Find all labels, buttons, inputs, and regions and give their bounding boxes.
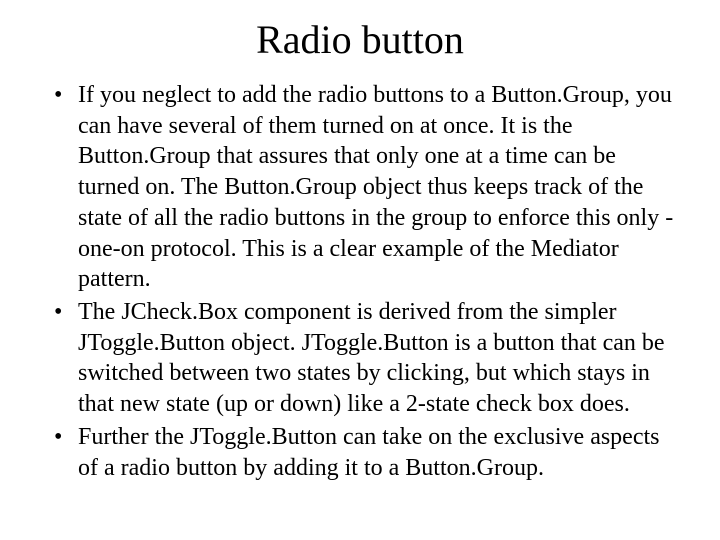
slide-title: Radio button [40,18,680,62]
bullet-list: If you neglect to add the radio buttons … [40,80,680,483]
list-item: Further the JToggle.Button can take on t… [54,422,680,483]
slide: Radio button If you neglect to add the r… [0,0,720,540]
list-item: The JCheck.Box component is derived from… [54,297,680,420]
list-item: If you neglect to add the radio buttons … [54,80,680,295]
